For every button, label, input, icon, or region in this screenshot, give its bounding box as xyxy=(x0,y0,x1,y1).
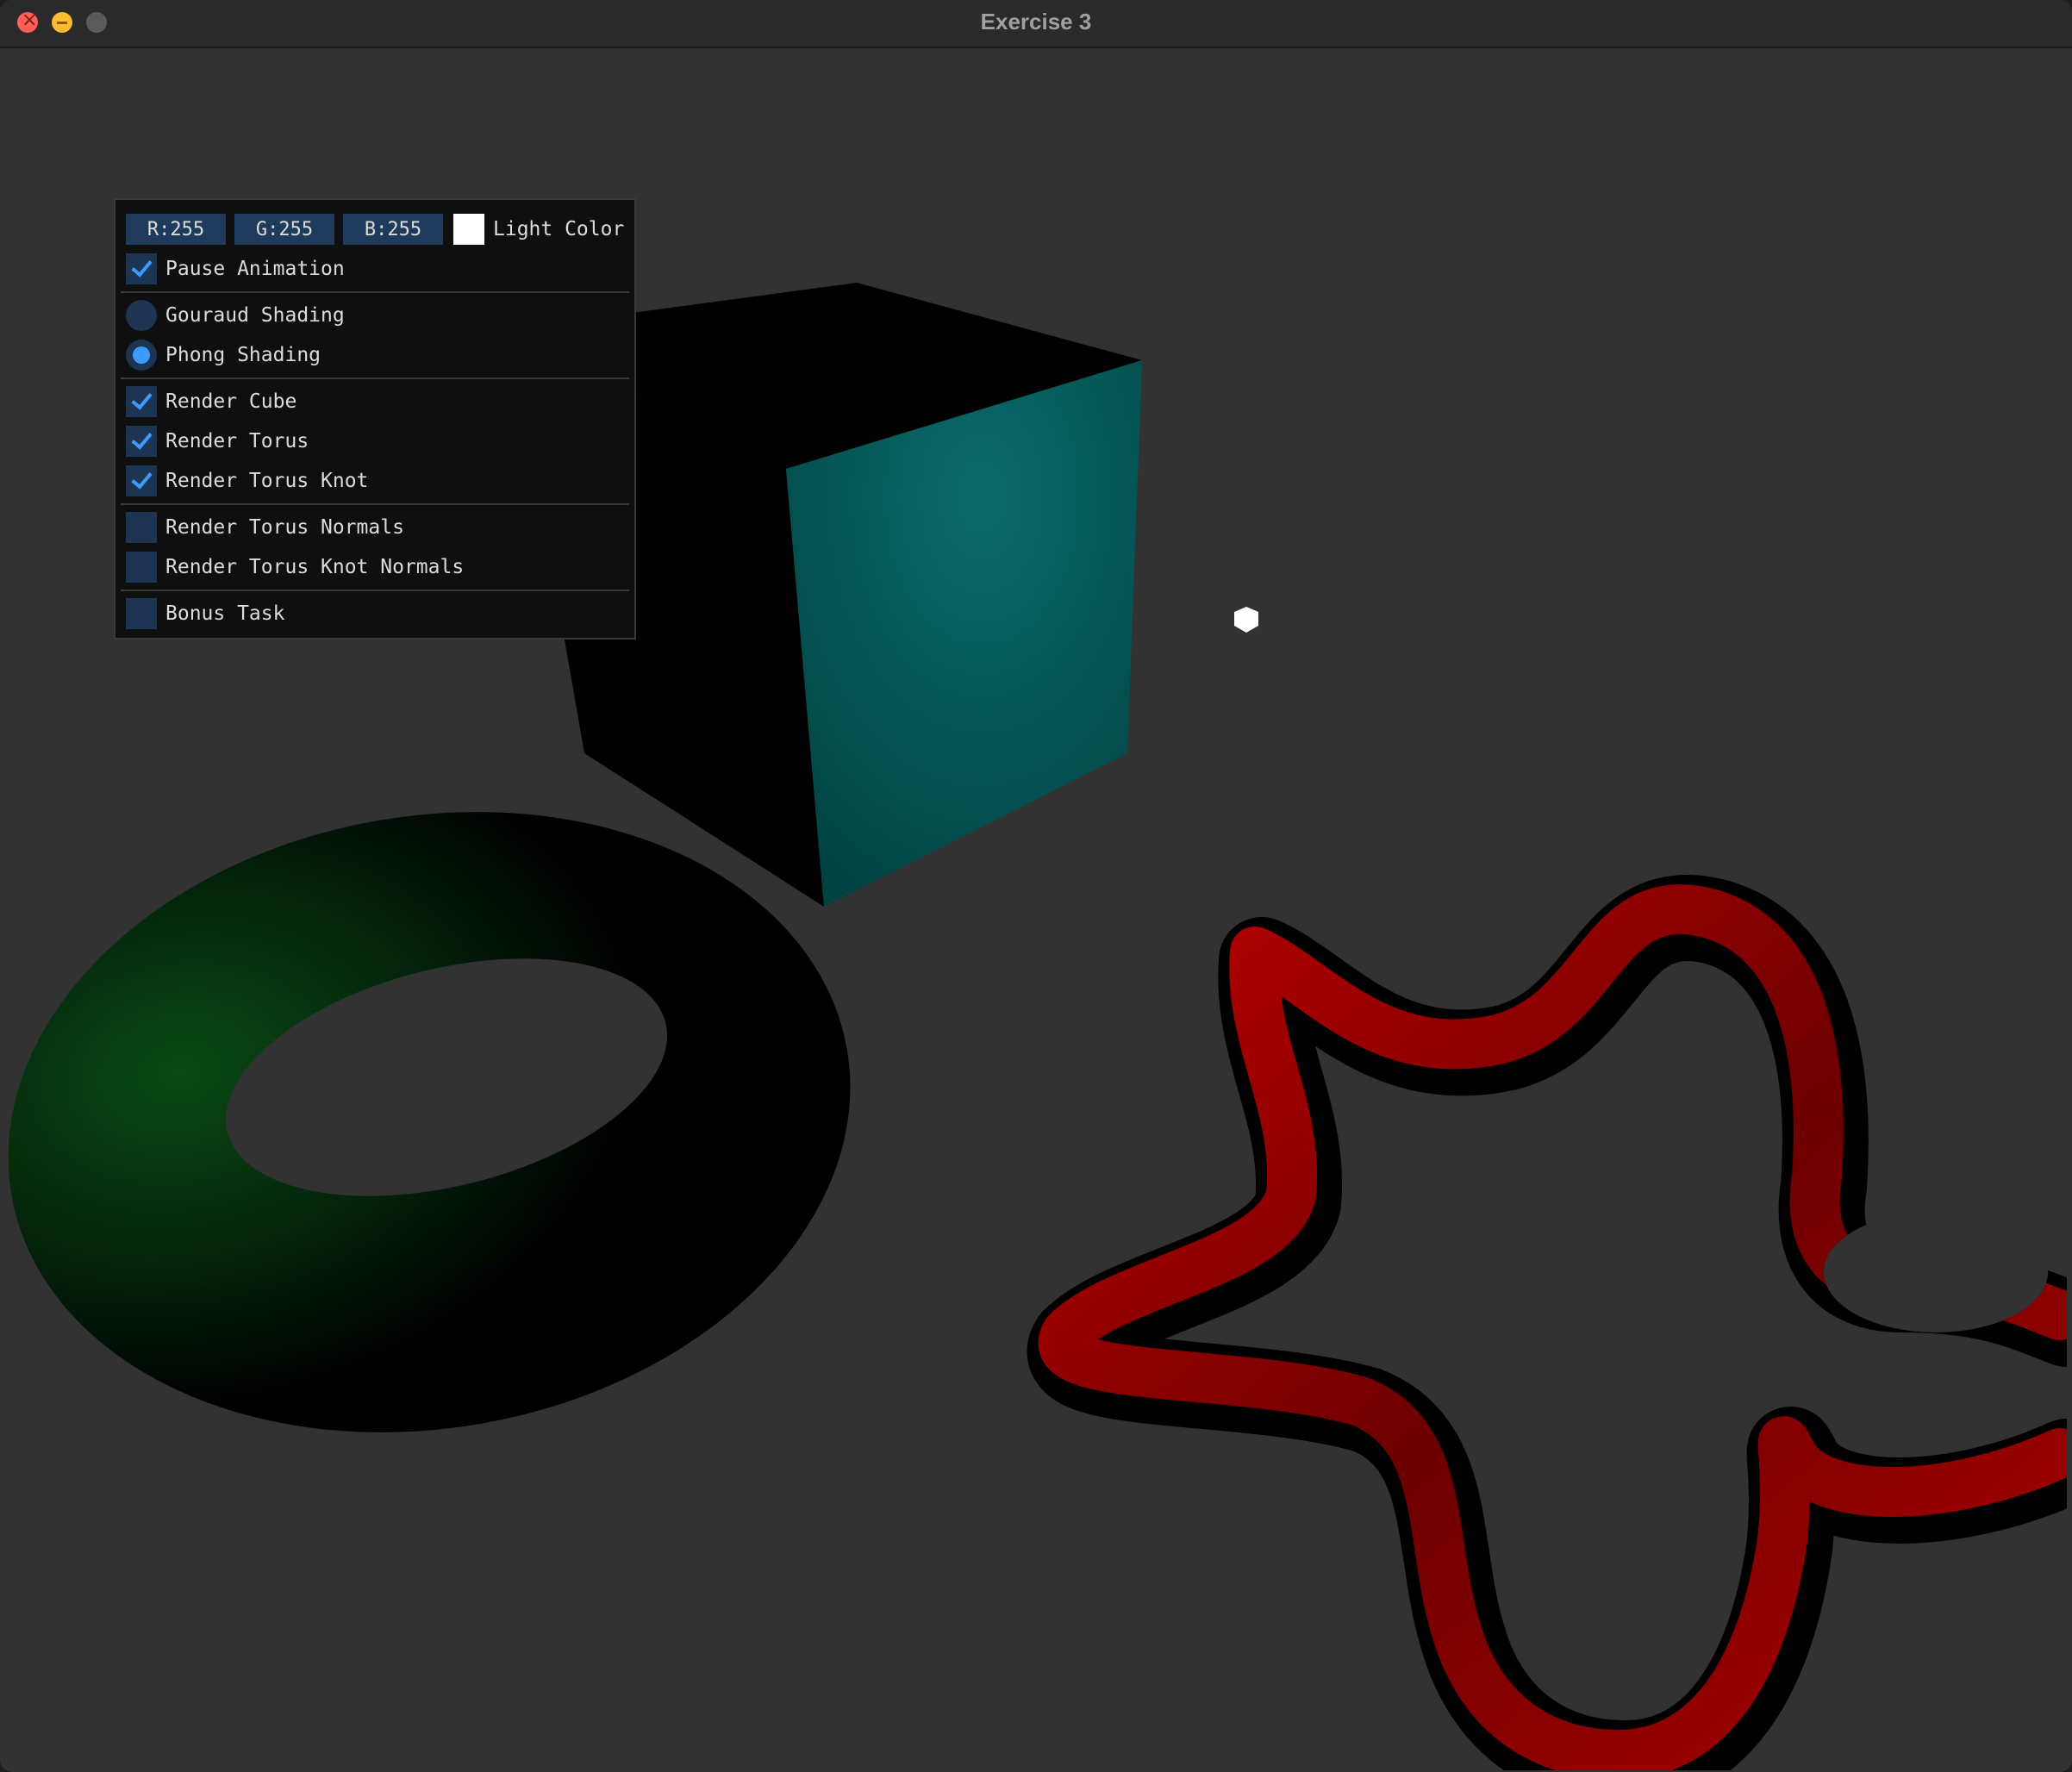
phong-shading-label: Phong Shading xyxy=(165,344,321,366)
render-torus-knot-checkbox[interactable]: Render Torus Knot xyxy=(126,465,368,496)
light-blue-input[interactable]: B:255 xyxy=(343,214,443,245)
radio-selected[interactable] xyxy=(126,340,157,371)
title-bar: Exercise 3 xyxy=(0,0,2072,48)
render-torus-knot-normals-label: Render Torus Knot Normals xyxy=(165,556,465,578)
light-green-input[interactable]: G:255 xyxy=(234,214,334,245)
render-torus-label: Render Torus xyxy=(165,430,309,452)
render-torus-normals-checkbox[interactable]: Render Torus Normals xyxy=(126,512,404,543)
checkbox-unchecked[interactable] xyxy=(126,552,157,583)
light-source-marker xyxy=(1234,607,1258,633)
controls-panel: R:255 G:255 B:255 Light Color Pause Anim… xyxy=(114,198,636,640)
gouraud-shading-label: Gouraud Shading xyxy=(165,304,345,327)
gouraud-shading-radio[interactable]: Gouraud Shading xyxy=(126,300,345,331)
bonus-task-checkbox[interactable]: Bonus Task xyxy=(126,598,284,629)
divider xyxy=(121,590,629,591)
pause-animation-checkbox[interactable]: Pause Animation xyxy=(126,253,345,284)
light-red-input[interactable]: R:255 xyxy=(126,214,226,245)
checkbox-checked[interactable] xyxy=(126,465,157,496)
checkbox-checked[interactable] xyxy=(126,426,157,457)
render-torus-knot-label: Render Torus Knot xyxy=(165,470,369,492)
app-window: Exercise 3 xyxy=(0,0,2072,1772)
bonus-task-label: Bonus Task xyxy=(165,602,285,625)
render-torus-knot-normals-checkbox[interactable]: Render Torus Knot Normals xyxy=(126,552,464,583)
checkbox-checked[interactable] xyxy=(126,386,157,417)
light-color-label: Light Color xyxy=(493,218,625,240)
checkbox-unchecked[interactable] xyxy=(126,598,157,629)
torus-knot-inner-lobe xyxy=(1824,1212,2048,1332)
torus-knot-outline xyxy=(1027,875,2067,1770)
render-torus-checkbox[interactable]: Render Torus xyxy=(126,426,309,457)
render-torus-normals-label: Render Torus Normals xyxy=(165,516,404,539)
render-cube-label: Render Cube xyxy=(165,390,297,413)
checkbox-checked[interactable] xyxy=(126,253,157,284)
pause-animation-label: Pause Animation xyxy=(165,258,345,280)
torus-knot xyxy=(1027,875,2067,1770)
render-cube-checkbox[interactable]: Render Cube xyxy=(126,386,296,417)
divider xyxy=(121,291,629,293)
divider xyxy=(121,503,629,505)
3d-viewport[interactable]: R:255 G:255 B:255 Light Color Pause Anim… xyxy=(5,48,2067,1770)
divider xyxy=(121,377,629,379)
checkbox-unchecked[interactable] xyxy=(126,512,157,543)
window-title: Exercise 3 xyxy=(980,9,1092,34)
light-color-swatch[interactable] xyxy=(453,214,484,245)
phong-shading-radio[interactable]: Phong Shading xyxy=(126,340,321,371)
radio-unselected[interactable] xyxy=(126,300,157,331)
